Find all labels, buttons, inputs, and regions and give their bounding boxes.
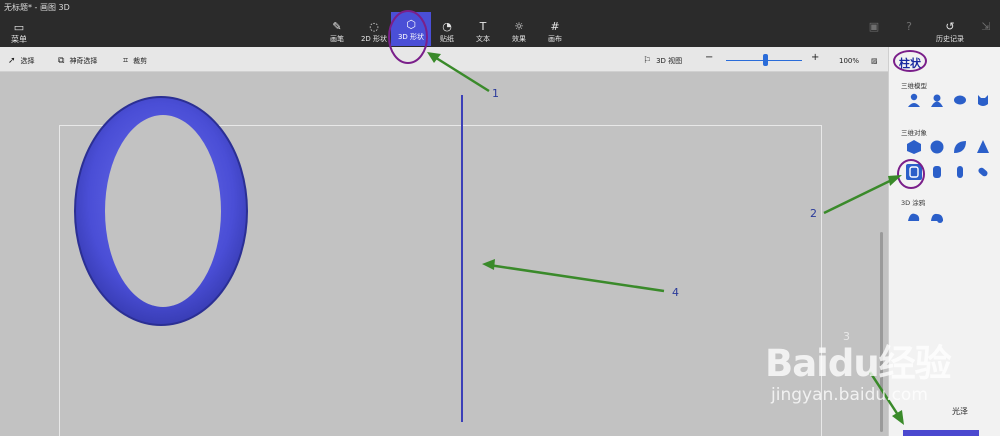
share-icon: ⇲	[981, 20, 991, 33]
share-button[interactable]: ⇲	[972, 20, 1000, 46]
sub-toolbar: ➚ 选择 ⧉ 神奇选择 ⌗ 裁剪 ⚐ 3D 视图 − + 100% ▨	[0, 47, 888, 72]
magic-select-icon: ⧉	[58, 56, 65, 66]
zoom-value: 100%	[839, 57, 860, 65]
tool-2d-shapes[interactable]: ◌ 2D 形状	[354, 20, 394, 46]
tool-3d-shapes[interactable]: ⬡ 3D 形状	[391, 12, 431, 46]
canvas-icon: #	[550, 20, 560, 33]
tool-label: 画布	[548, 35, 562, 43]
tool-label: 贴纸	[440, 35, 454, 43]
tool-effects[interactable]: ☼ 效果	[499, 20, 539, 46]
section-3d-objects: 三维对象	[901, 129, 927, 137]
history-button[interactable]: ↺ 历史记录	[928, 20, 972, 46]
brush-icon: ✎	[332, 20, 342, 33]
history-icon: ↺	[945, 20, 955, 33]
magic-select-button[interactable]: ⧉ 神奇选择	[58, 55, 97, 67]
history-label: 历史记录	[936, 35, 964, 43]
3d-ring-object[interactable]	[71, 93, 251, 329]
annotation-number-1: 1	[492, 87, 499, 100]
3d-view-button[interactable]: ⚐ 3D 视图	[643, 55, 682, 67]
tool-label: 文本	[476, 35, 490, 43]
tool-canvas[interactable]: # 画布	[535, 20, 575, 46]
2d-shapes-icon: ◌	[369, 20, 379, 33]
cube-icon[interactable]	[906, 139, 922, 155]
annotation-number-2: 2	[810, 207, 817, 220]
select-button[interactable]: ➚ 选择	[8, 55, 35, 67]
section-3d-doodles: 3D 涂鸦	[901, 199, 926, 207]
3d-cylinder-line[interactable]	[461, 95, 463, 422]
woman-model-icon[interactable]	[929, 92, 945, 108]
watermark-main: Baidu经验	[765, 342, 952, 385]
sharp-doodle-icon[interactable]	[906, 209, 922, 225]
cat-model-icon[interactable]	[975, 92, 991, 108]
annotation-number-4: 4	[672, 286, 679, 299]
canvas-workspace[interactable]	[0, 72, 888, 436]
panel-title: 柱状	[899, 57, 921, 70]
section-3d-models: 三维模型	[901, 82, 927, 90]
menu-button[interactable]: ▭ 菜单	[6, 21, 32, 45]
stickers-icon: ◔	[442, 20, 452, 33]
text-icon: T	[479, 20, 487, 33]
tool-text[interactable]: T 文本	[463, 20, 503, 46]
soft-doodle-icon[interactable]	[929, 209, 945, 225]
tool-label: 2D 形状	[360, 35, 388, 43]
tool-label: 效果	[512, 35, 526, 43]
tool-label: 3D 形状	[397, 33, 425, 41]
select-label: 选择	[20, 57, 35, 65]
person-model-icon[interactable]	[906, 92, 922, 108]
magic-select-label: 神奇选择	[69, 57, 98, 65]
tool-label: 画笔	[330, 35, 344, 43]
zoom-in-button[interactable]: +	[811, 52, 819, 64]
tool-stickers[interactable]: ◔ 贴纸	[427, 20, 467, 46]
tool-brushes[interactable]: ✎ 画笔	[317, 20, 357, 46]
3d-view-label: 3D 视图	[656, 57, 683, 65]
cylinder-icon[interactable]	[906, 164, 922, 180]
crop-button[interactable]: ⌗ 裁剪	[123, 55, 147, 67]
color-swatch-bar[interactable]	[903, 430, 979, 436]
cone-icon[interactable]	[975, 139, 991, 155]
effects-icon: ☼	[514, 20, 524, 33]
image-icon[interactable]: ▨	[871, 55, 878, 67]
help-button[interactable]: ?	[893, 20, 925, 46]
crop-label: 裁剪	[133, 57, 148, 65]
zoom-out-button[interactable]: −	[705, 52, 713, 64]
zoom-slider-thumb[interactable]	[763, 54, 769, 66]
menu-label: 菜单	[11, 35, 27, 44]
capsule-icon[interactable]	[952, 164, 968, 180]
paste-icon: ▣	[868, 20, 880, 33]
sphere-icon[interactable]	[929, 139, 945, 155]
watermark-url: jingyan.baidu.com	[771, 385, 928, 405]
help-icon: ?	[906, 20, 912, 33]
window-title: 无标题* - 画图 3D	[4, 3, 70, 12]
pill-icon[interactable]	[975, 164, 991, 180]
ribbon: 无标题* - 画图 3D ▭ 菜单 ✎ 画笔 ◌ 2D 形状 ⬡ 3D 形状 ◔…	[0, 0, 1000, 47]
flag-icon: ⚐	[643, 56, 652, 66]
dog-model-icon[interactable]	[952, 92, 968, 108]
crop-icon: ⌗	[123, 56, 129, 66]
baidu-watermark: Baidu经验 jingyan.baidu.com	[765, 333, 952, 405]
folder-icon: ▭	[13, 21, 25, 34]
paste-button[interactable]: ▣	[858, 20, 890, 46]
tube-icon[interactable]	[929, 164, 945, 180]
3d-shapes-icon: ⬡	[406, 18, 416, 31]
hemisphere-icon[interactable]	[952, 139, 968, 155]
cursor-icon: ➚	[8, 56, 16, 66]
